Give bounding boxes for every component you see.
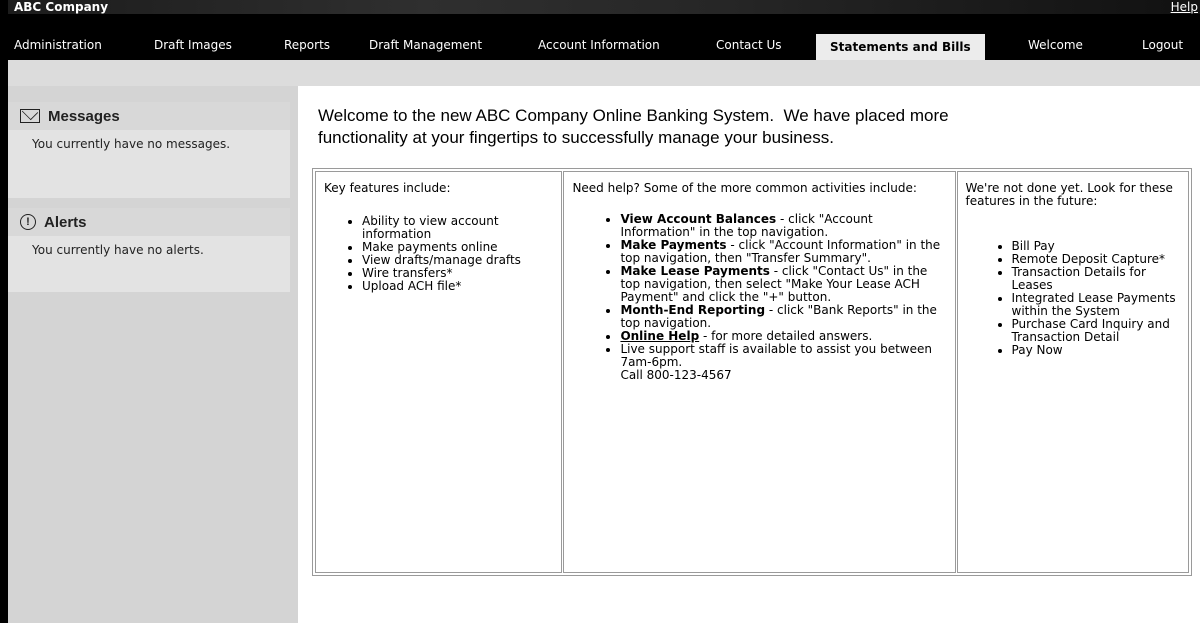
messages-header: Messages [8, 102, 290, 130]
alerts-title: Alerts [44, 213, 87, 231]
messages-panel: Messages You currently have no messages. [8, 102, 290, 198]
nav-draft-management[interactable]: Draft Management [369, 33, 482, 57]
list-item: Pay Now [1012, 344, 1180, 357]
help-column: Need help? Some of the more common activ… [563, 171, 956, 573]
envelope-icon [20, 109, 40, 123]
list-item: Integrated Lease Payments within the Sys… [1012, 292, 1180, 318]
alerts-header: ! Alerts [8, 208, 290, 236]
help-link[interactable]: Help [1171, 0, 1198, 14]
help-intro: Need help? Some of the more common activ… [572, 181, 917, 195]
nav-contact-us[interactable]: Contact Us [716, 33, 782, 57]
messages-title: Messages [48, 107, 120, 125]
info-table: Key features include: Ability to view ac… [312, 168, 1192, 576]
support-phone: Call 800-123-4567 [620, 368, 732, 382]
window-left-edge [0, 0, 8, 623]
list-item: Upload ACH file* [362, 280, 553, 293]
item-bold: Make Lease Payments [620, 264, 770, 278]
key-features-intro: Key features include: [324, 181, 451, 195]
list-item: Make Lease Payments - click "Contact Us"… [620, 265, 946, 304]
future-features-list: Bill Pay Remote Deposit Capture* Transac… [966, 240, 1180, 357]
nav-reports[interactable]: Reports [284, 33, 330, 57]
messages-text: You currently have no messages. [32, 137, 231, 151]
list-item: Month-End Reporting - click "Bank Report… [620, 304, 946, 330]
item-text: - for more detailed answers. [699, 329, 873, 343]
main-navigation: Administration Draft Images Reports Draf… [8, 14, 1200, 74]
list-item: Transaction Details for Leases [1012, 266, 1180, 292]
nav-draft-images[interactable]: Draft Images [154, 33, 232, 57]
item-bold: Make Payments [620, 238, 727, 252]
key-features-column: Key features include: Ability to view ac… [315, 171, 563, 573]
future-features-column: We're not done yet. Look for these featu… [956, 171, 1189, 573]
alert-icon: ! [20, 214, 36, 230]
nav-logout[interactable]: Logout [1142, 33, 1183, 57]
nav-administration[interactable]: Administration [14, 33, 102, 57]
list-item: Make Payments - click "Account Informati… [620, 239, 946, 265]
list-item: Live support staff is available to assis… [620, 343, 946, 382]
welcome-line-2: functionality at your fingertips to succ… [318, 128, 834, 147]
nav-account-information[interactable]: Account Information [538, 33, 660, 57]
list-item: Purchase Card Inquiry and Transaction De… [1012, 318, 1180, 344]
list-item: View Account Balances - click "Account I… [620, 213, 946, 239]
top-header-bar: ABC Company Help [8, 0, 1200, 14]
welcome-line-1: Welcome to the new ABC Company Online Ba… [318, 106, 949, 125]
alerts-panel: ! Alerts You currently have no alerts. [8, 208, 290, 292]
item-text: Live support staff is available to assis… [620, 342, 932, 369]
list-item: Ability to view account information [362, 215, 553, 241]
sidebar: Messages You currently have no messages.… [8, 86, 298, 623]
item-bold: Month-End Reporting [620, 303, 766, 317]
key-features-list: Ability to view account information Make… [324, 215, 553, 293]
online-help-link[interactable]: Online Help [620, 329, 699, 343]
welcome-message: Welcome to the new ABC Company Online Ba… [318, 105, 1138, 149]
sub-navigation-bar [8, 60, 1200, 86]
item-bold: View Account Balances [620, 212, 777, 226]
company-name: ABC Company [14, 0, 109, 14]
help-list: View Account Balances - click "Account I… [572, 213, 946, 382]
nav-welcome[interactable]: Welcome [1028, 33, 1083, 57]
alerts-text: You currently have no alerts. [32, 243, 204, 257]
future-features-intro: We're not done yet. Look for these featu… [965, 181, 1173, 208]
